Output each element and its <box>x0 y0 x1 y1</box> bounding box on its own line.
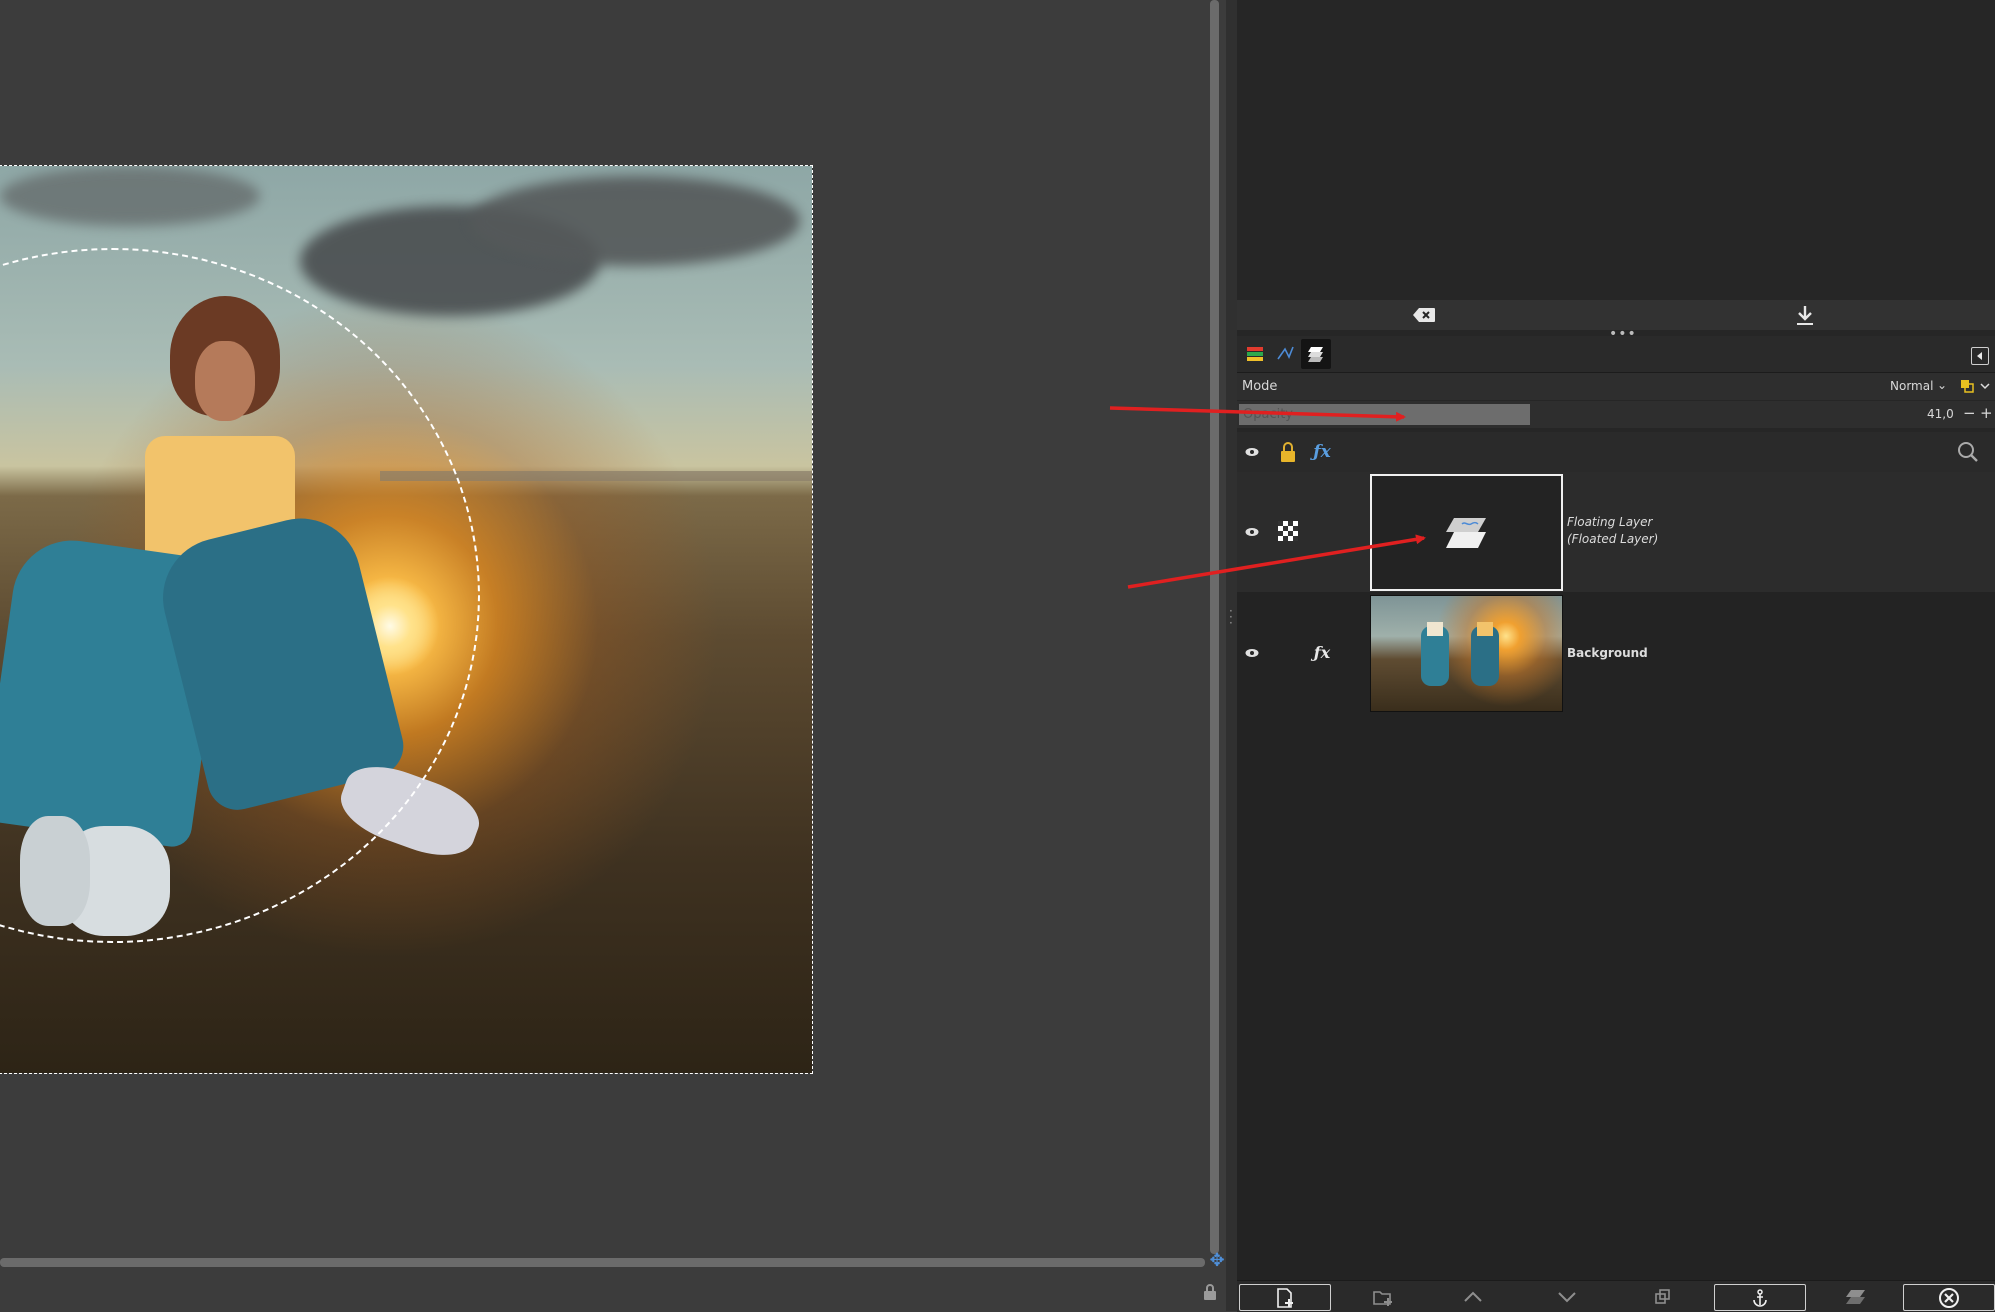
cloud-shape <box>470 176 800 266</box>
search-icon[interactable] <box>1955 440 1981 464</box>
layer-name-line1: Floating Layer <box>1567 515 1653 529</box>
layer-mode-switch-icon[interactable] <box>1959 377 1993 397</box>
visibility-eye-icon[interactable] <box>1241 521 1263 543</box>
layers-tab-icon[interactable] <box>1240 339 1270 369</box>
layer-name-line2: (Floated Layer) <box>1567 532 1659 546</box>
layer-row-background[interactable]: ƒx Background <box>1237 593 1995 713</box>
lower-layer-icon[interactable] <box>1549 1284 1585 1309</box>
right-dock: ••• Mode Normal ⌄ Opacity 41,0 − + ƒx Fl… <box>1237 0 1995 1312</box>
floating-layer-icon <box>1446 518 1486 548</box>
layer-row-floating[interactable]: Floating Layer (Floated Layer) <box>1237 472 1995 592</box>
vertical-scrollbar[interactable] <box>1210 0 1219 1254</box>
background-layer-thumbnail[interactable] <box>1370 595 1563 712</box>
visibility-eye-icon[interactable] <box>1241 441 1263 463</box>
mode-dropdown[interactable]: Normal ⌄ <box>1887 376 1951 397</box>
navigate-icon[interactable]: ✥ <box>1208 1252 1226 1270</box>
lock-row: ƒx <box>1237 432 1995 473</box>
cloud-shape <box>0 166 260 226</box>
lock-icon[interactable] <box>1276 440 1300 464</box>
raise-layer-icon[interactable] <box>1455 1284 1491 1309</box>
alpha-checker-icon[interactable] <box>1277 520 1299 542</box>
save-download-icon[interactable] <box>1790 303 1820 327</box>
opacity-label: Opacity <box>1243 407 1294 422</box>
thumb-top <box>1477 622 1493 636</box>
mode-label: Mode <box>1242 379 1278 394</box>
new-layer-icon[interactable] <box>1239 1284 1331 1311</box>
opacity-decrease-button[interactable]: − <box>1963 404 1976 422</box>
channels-tab-icon[interactable] <box>1301 339 1331 369</box>
horizontal-scrollbar[interactable] <box>0 1258 1205 1267</box>
visibility-eye-icon[interactable] <box>1241 642 1263 664</box>
layer-name[interactable]: Floating Layer (Floated Layer) <box>1567 514 1658 548</box>
dock-tab-bar <box>1237 336 1995 373</box>
mode-value: Normal <box>1890 379 1934 393</box>
image-canvas-area[interactable]: ✥ <box>0 0 1225 1311</box>
layer-name[interactable]: Background <box>1567 645 1648 662</box>
new-layer-group-icon[interactable] <box>1365 1284 1401 1309</box>
anchor-layer-icon[interactable] <box>1714 1284 1806 1311</box>
delete-layer-icon[interactable] <box>1903 1284 1995 1311</box>
fx-icon[interactable]: ƒx <box>1307 640 1337 664</box>
paths-tab-icon[interactable] <box>1270 339 1300 369</box>
padlock-icon[interactable] <box>1200 1283 1220 1303</box>
duplicate-layer-icon[interactable] <box>1645 1284 1681 1309</box>
photo-image[interactable] <box>0 165 813 1074</box>
clear-backspace-icon[interactable] <box>1409 304 1439 326</box>
dock-divider[interactable] <box>1226 0 1237 1311</box>
merge-down-icon[interactable] <box>1837 1284 1873 1309</box>
floating-layer-thumbnail[interactable] <box>1370 474 1563 591</box>
grip-dots-icon[interactable]: · · · <box>1229 605 1233 629</box>
configure-tab-icon[interactable] <box>1971 347 1989 365</box>
thumb-top <box>1427 622 1443 636</box>
opacity-value[interactable]: 41,0 <box>1927 407 1954 421</box>
chevron-down-icon: ⌄ <box>1937 378 1948 392</box>
opacity-increase-button[interactable]: + <box>1980 404 1993 422</box>
opacity-row: Opacity 41,0 − + <box>1237 401 1995 428</box>
layers-bottom-toolbar <box>1237 1280 1995 1312</box>
layer-list: Floating Layer (Floated Layer) ƒx Backgr… <box>1237 472 1995 1280</box>
fx-icon[interactable]: ƒx <box>1307 440 1337 464</box>
mode-row: Mode Normal ⌄ <box>1237 373 1995 400</box>
top-dock-panel <box>1237 0 1995 300</box>
